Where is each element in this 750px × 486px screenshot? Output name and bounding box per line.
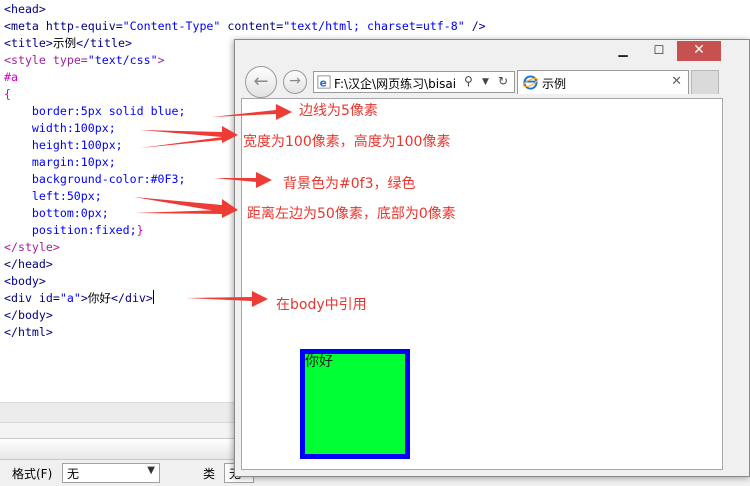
forward-button[interactable]: →: [283, 70, 307, 94]
maximize-icon: ☐: [653, 43, 665, 57]
background-annotation: 背景色为#0f3，绿色: [283, 176, 416, 192]
size-annotation: 宽度为100像素，高度为100像素: [243, 134, 451, 150]
style-attr-type: type=: [52, 53, 88, 67]
body-annotation: 在body中引用: [276, 297, 367, 313]
refresh-icon[interactable]: ↻: [498, 74, 508, 88]
div-value-id: "a": [59, 291, 81, 305]
browser-tab[interactable]: 示例 ✕: [517, 70, 689, 94]
ie-logo-icon: e: [317, 75, 331, 89]
head-open-tag: <head>: [4, 2, 46, 16]
back-arrow-icon: ←: [253, 71, 269, 92]
code-line-1: <head>: [4, 1, 486, 18]
css-left: left:50px;: [4, 189, 102, 203]
div-close-tag: </div>: [111, 291, 153, 305]
body-close-tag: </body>: [4, 308, 53, 322]
close-window-button[interactable]: ✕: [677, 41, 721, 61]
css-background-color: background-color:#0F3;: [4, 172, 186, 186]
meta-value-content-type: "Content-Type": [122, 19, 221, 33]
body-open-tag: <body>: [4, 274, 46, 288]
new-tab-button[interactable]: [691, 70, 719, 94]
title-open-tag: <title>: [4, 36, 53, 50]
close-icon[interactable]: ✕: [671, 74, 682, 89]
tab-title: 示例: [542, 77, 567, 91]
div-tag-end: >: [80, 291, 88, 305]
html-close-tag: </html>: [4, 325, 53, 339]
css-bottom: bottom:0px;: [4, 206, 109, 220]
format-select-value: 无: [67, 467, 80, 481]
div-attr-id: id=: [38, 291, 60, 305]
browser-title-bar[interactable]: ▁ ☐ ✕: [235, 40, 749, 66]
meta-value-charset: "text/html; charset=utf-8": [283, 19, 465, 33]
forward-arrow-icon: →: [289, 73, 301, 89]
close-icon: ✕: [693, 42, 705, 58]
border-annotation: 边线为5像素: [299, 103, 378, 119]
position-annotation: 距离左边为50像素，底部为0像素: [247, 206, 456, 222]
search-icon[interactable]: ⚲: [464, 74, 473, 88]
format-label: 格式(F): [12, 467, 53, 481]
div-open-tag: <div: [4, 291, 39, 305]
div-text: 你好: [87, 291, 111, 305]
chevron-down-icon[interactable]: ▼: [482, 77, 489, 87]
style-tag-end: >: [157, 53, 165, 67]
minimize-icon: ▁: [618, 43, 628, 57]
code-line-2: <meta http-equiv="Content-Type" content=…: [4, 18, 486, 35]
class-label: 类: [203, 467, 216, 481]
meta-close: />: [464, 19, 486, 33]
rendered-fixed-div: 你好: [300, 349, 410, 459]
meta-tag: <meta: [4, 19, 46, 33]
format-select[interactable]: 无 ▼: [62, 463, 160, 483]
browser-nav-bar: ← → e F:\汉企\网页练习\bisai ⚲ ▼ ↻ 示例 ✕: [235, 66, 749, 98]
css-margin: margin:10px;: [4, 155, 116, 169]
rendered-div-text: 你好: [305, 354, 333, 370]
css-brace-open: {: [4, 87, 11, 101]
head-close-tag: </head>: [4, 257, 53, 271]
css-height: height:100px;: [4, 138, 123, 152]
css-width: width:100px;: [4, 121, 116, 135]
css-brace-close: }: [136, 223, 144, 237]
back-button[interactable]: ←: [245, 66, 277, 98]
style-open-tag: <style: [4, 53, 53, 67]
css-position: position:fixed;: [4, 223, 137, 237]
address-bar[interactable]: e F:\汉企\网页练习\bisai ⚲ ▼ ↻: [313, 71, 515, 93]
address-url[interactable]: F:\汉企\网页练习\bisai: [334, 75, 458, 92]
svg-text:e: e: [320, 77, 327, 89]
style-close-tag: </style>: [4, 240, 60, 254]
style-value-type: "text/css": [87, 53, 158, 67]
maximize-button[interactable]: ☐: [645, 41, 673, 61]
meta-attr-http-equiv: http-equiv=: [45, 19, 123, 33]
minimize-button[interactable]: ▁: [609, 41, 637, 61]
title-text: 示例: [52, 36, 77, 50]
meta-attr-content: content=: [220, 19, 284, 33]
title-close-tag: </title>: [76, 36, 132, 50]
css-border: border:5px solid blue;: [4, 104, 186, 118]
text-caret: [152, 290, 154, 304]
css-selector: #a: [4, 70, 18, 84]
ie-logo-icon: [523, 75, 538, 90]
chevron-down-icon: ▼: [147, 465, 155, 476]
